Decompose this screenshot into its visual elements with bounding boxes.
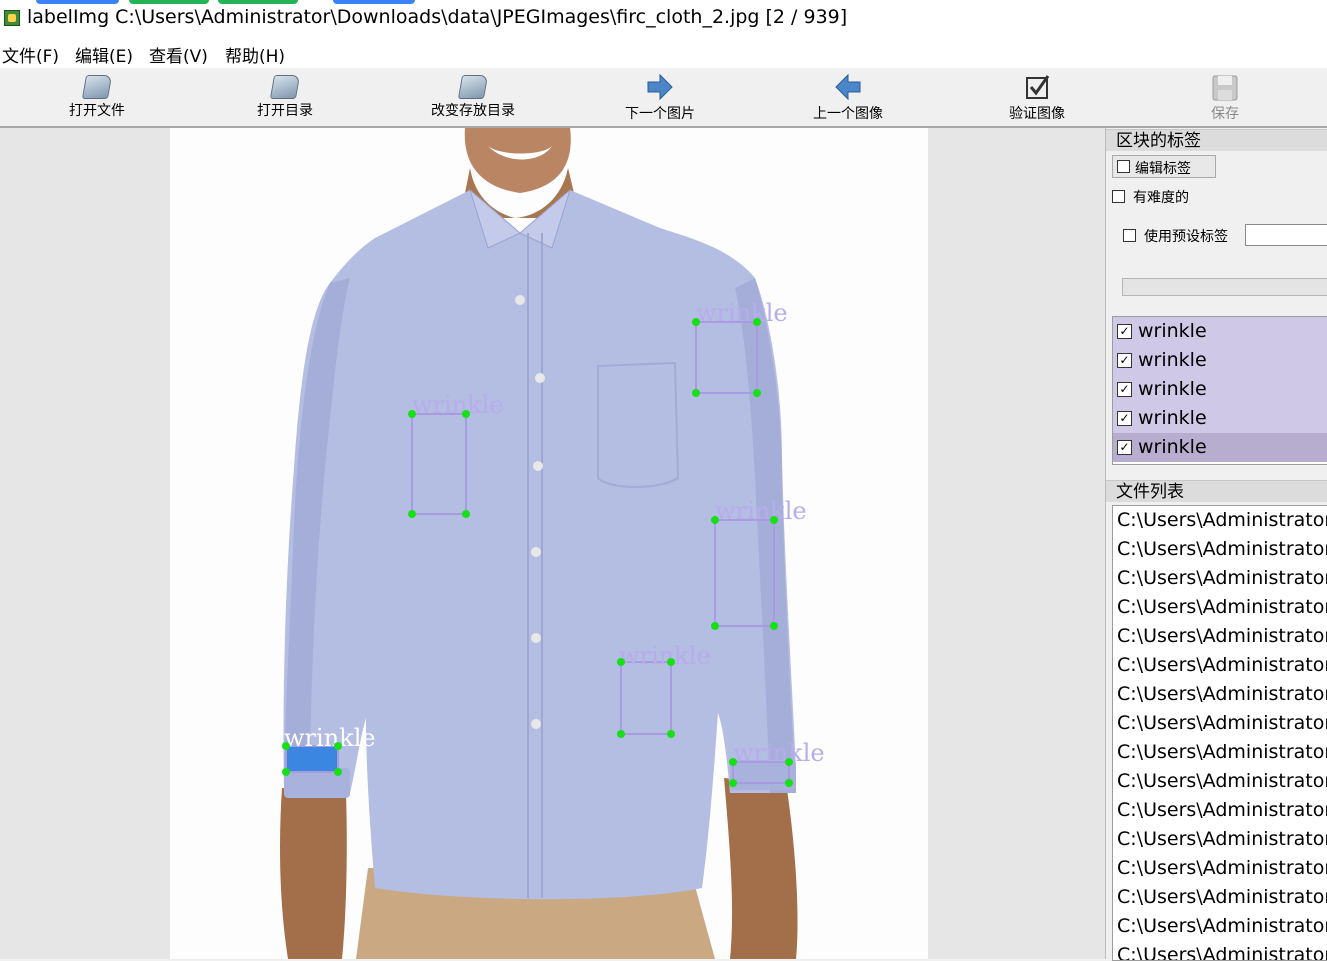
- prev-image-button[interactable]: 上一个图像: [788, 70, 908, 124]
- open-folder-icon: [81, 75, 113, 99]
- file-list[interactable]: C:\Users\Administrator C:\Users\Administ…: [1112, 505, 1327, 961]
- file-list-item[interactable]: C:\Users\Administrator: [1117, 886, 1327, 915]
- label-item-text: wrinkle: [1138, 349, 1207, 371]
- use-default-label-checkbox[interactable]: [1123, 229, 1136, 242]
- label-item-text: wrinkle: [1138, 378, 1207, 400]
- bounding-box-selected[interactable]: wrinkle: [282, 724, 376, 776]
- annotation-overlay[interactable]: wrinkle wrinkle wrinkle wrinkle wrinkle …: [170, 128, 928, 959]
- bounding-box[interactable]: wrinkle: [617, 642, 711, 738]
- use-default-label-text: 使用预设标签: [1144, 229, 1228, 245]
- menu-file[interactable]: 文件(F): [2, 42, 59, 67]
- label-list-item[interactable]: ✓ wrinkle: [1113, 317, 1327, 346]
- box-label: wrinkle: [284, 724, 376, 752]
- bounding-box[interactable]: wrinkle: [692, 299, 788, 397]
- checked-icon[interactable]: ✓: [1117, 382, 1132, 397]
- checkbox-icon: [1022, 72, 1052, 102]
- file-list-item[interactable]: C:\Users\Administrator: [1117, 799, 1327, 828]
- open-file-label: 打开文件: [69, 103, 125, 119]
- toolbar: 打开文件 打开目录 改变存放目录 下一个图片 上一个图像 验证图像 保存: [0, 68, 1327, 128]
- change-save-dir-label: 改变存放目录: [431, 103, 515, 119]
- edit-label-text: 编辑标签: [1135, 161, 1191, 177]
- menu-bar: 文件(F) 编辑(E) 查看(V) 帮助(H): [0, 38, 1327, 68]
- file-list-item[interactable]: C:\Users\Administrator: [1117, 857, 1327, 886]
- box-label: wrinkle: [696, 299, 788, 327]
- label-list[interactable]: ✓ wrinkle ✓ wrinkle ✓ wrinkle ✓ wrinkle ✓ wri…: [1112, 316, 1327, 465]
- open-dir-button[interactable]: 打开目录: [225, 70, 345, 124]
- taskbar-pill: [129, 0, 209, 4]
- save-disk-icon: [1210, 72, 1240, 102]
- bounding-box[interactable]: wrinkle: [729, 739, 825, 787]
- label-combo-box[interactable]: [1122, 278, 1327, 296]
- next-image-label: 下一个图片: [625, 106, 695, 122]
- checked-icon[interactable]: ✓: [1117, 324, 1132, 339]
- file-list-item[interactable]: C:\Users\Administrator: [1117, 567, 1327, 596]
- window-title: labelImg C:\Users\Administrator\Download…: [27, 6, 848, 28]
- prev-image-label: 上一个图像: [813, 106, 883, 122]
- label-item-text: wrinkle: [1138, 320, 1207, 342]
- file-list-item[interactable]: C:\Users\Administrator: [1117, 770, 1327, 799]
- checked-icon[interactable]: ✓: [1117, 411, 1132, 426]
- box-label: wrinkle: [715, 497, 807, 525]
- difficult-checkbox[interactable]: [1112, 190, 1125, 203]
- taskbar-pill: [333, 0, 415, 4]
- file-list-item[interactable]: C:\Users\Administrator: [1117, 596, 1327, 625]
- checked-icon[interactable]: ✓: [1117, 440, 1132, 455]
- annotation-canvas[interactable]: wrinkle wrinkle wrinkle wrinkle wrinkle …: [0, 128, 1105, 959]
- box-label: wrinkle: [733, 739, 825, 767]
- open-folder-icon: [269, 75, 301, 99]
- file-list-item[interactable]: C:\Users\Administrator: [1117, 509, 1327, 538]
- arrow-right-icon: [645, 72, 675, 102]
- difficult-label: 有难度的: [1133, 190, 1189, 206]
- right-dock: 区块的标签 编辑标签 有难度的 使用预设标签 ✓ wrinkle ✓ wrinkle…: [1105, 128, 1327, 961]
- label-list-item[interactable]: ✓ wrinkle: [1113, 346, 1327, 375]
- box-label: wrinkle: [619, 642, 711, 670]
- file-list-item[interactable]: C:\Users\Administrator: [1117, 741, 1327, 770]
- edit-label-button[interactable]: 编辑标签: [1112, 155, 1216, 178]
- taskbar-pill: [218, 0, 298, 4]
- save-button[interactable]: 保存: [1165, 70, 1285, 124]
- file-list-item[interactable]: C:\Users\Administrator: [1117, 915, 1327, 944]
- arrow-left-icon: [833, 72, 863, 102]
- bounding-box[interactable]: wrinkle: [711, 497, 807, 630]
- file-list-item[interactable]: C:\Users\Administrator: [1117, 828, 1327, 857]
- change-save-dir-button[interactable]: 改变存放目录: [413, 70, 533, 124]
- menu-edit[interactable]: 编辑(E): [75, 42, 133, 67]
- label-item-text: wrinkle: [1138, 436, 1207, 458]
- default-label-input[interactable]: [1245, 224, 1327, 246]
- verify-image-button[interactable]: 验证图像: [977, 70, 1097, 124]
- menu-help[interactable]: 帮助(H): [225, 42, 285, 67]
- save-label: 保存: [1211, 106, 1239, 122]
- file-list-item[interactable]: C:\Users\Administrator: [1117, 654, 1327, 683]
- label-list-item[interactable]: ✓ wrinkle: [1113, 404, 1327, 433]
- file-list-item[interactable]: C:\Users\Administrator: [1117, 683, 1327, 712]
- title-bar: labelImg C:\Users\Administrator\Download…: [0, 0, 1327, 38]
- file-list-item[interactable]: C:\Users\Administrator: [1117, 538, 1327, 567]
- label-list-item[interactable]: ✓ wrinkle: [1113, 375, 1327, 404]
- checked-icon[interactable]: ✓: [1117, 353, 1132, 368]
- pencil-icon: [1117, 160, 1130, 173]
- open-folder-icon: [457, 75, 489, 99]
- taskbar-pill: [36, 0, 119, 4]
- bounding-box[interactable]: wrinkle: [408, 391, 504, 518]
- open-file-button[interactable]: 打开文件: [37, 70, 157, 124]
- file-list-item[interactable]: C:\Users\Administrator: [1117, 712, 1327, 741]
- next-image-button[interactable]: 下一个图片: [600, 70, 720, 124]
- image-photo: wrinkle wrinkle wrinkle wrinkle wrinkle …: [170, 128, 928, 959]
- verify-image-label: 验证图像: [1009, 106, 1065, 122]
- box-labels-dock-title: 区块的标签: [1106, 129, 1327, 151]
- open-dir-label: 打开目录: [257, 103, 313, 119]
- file-list-item[interactable]: C:\Users\Administrator: [1117, 944, 1327, 960]
- labelimg-app-icon: [4, 10, 20, 26]
- file-list-item[interactable]: C:\Users\Administrator: [1117, 625, 1327, 654]
- label-list-item-selected[interactable]: ✓ wrinkle: [1113, 433, 1327, 462]
- label-item-text: wrinkle: [1138, 407, 1207, 429]
- file-list-dock-title: 文件列表: [1106, 480, 1327, 502]
- menu-view[interactable]: 查看(V): [149, 42, 208, 67]
- box-label: wrinkle: [412, 391, 504, 419]
